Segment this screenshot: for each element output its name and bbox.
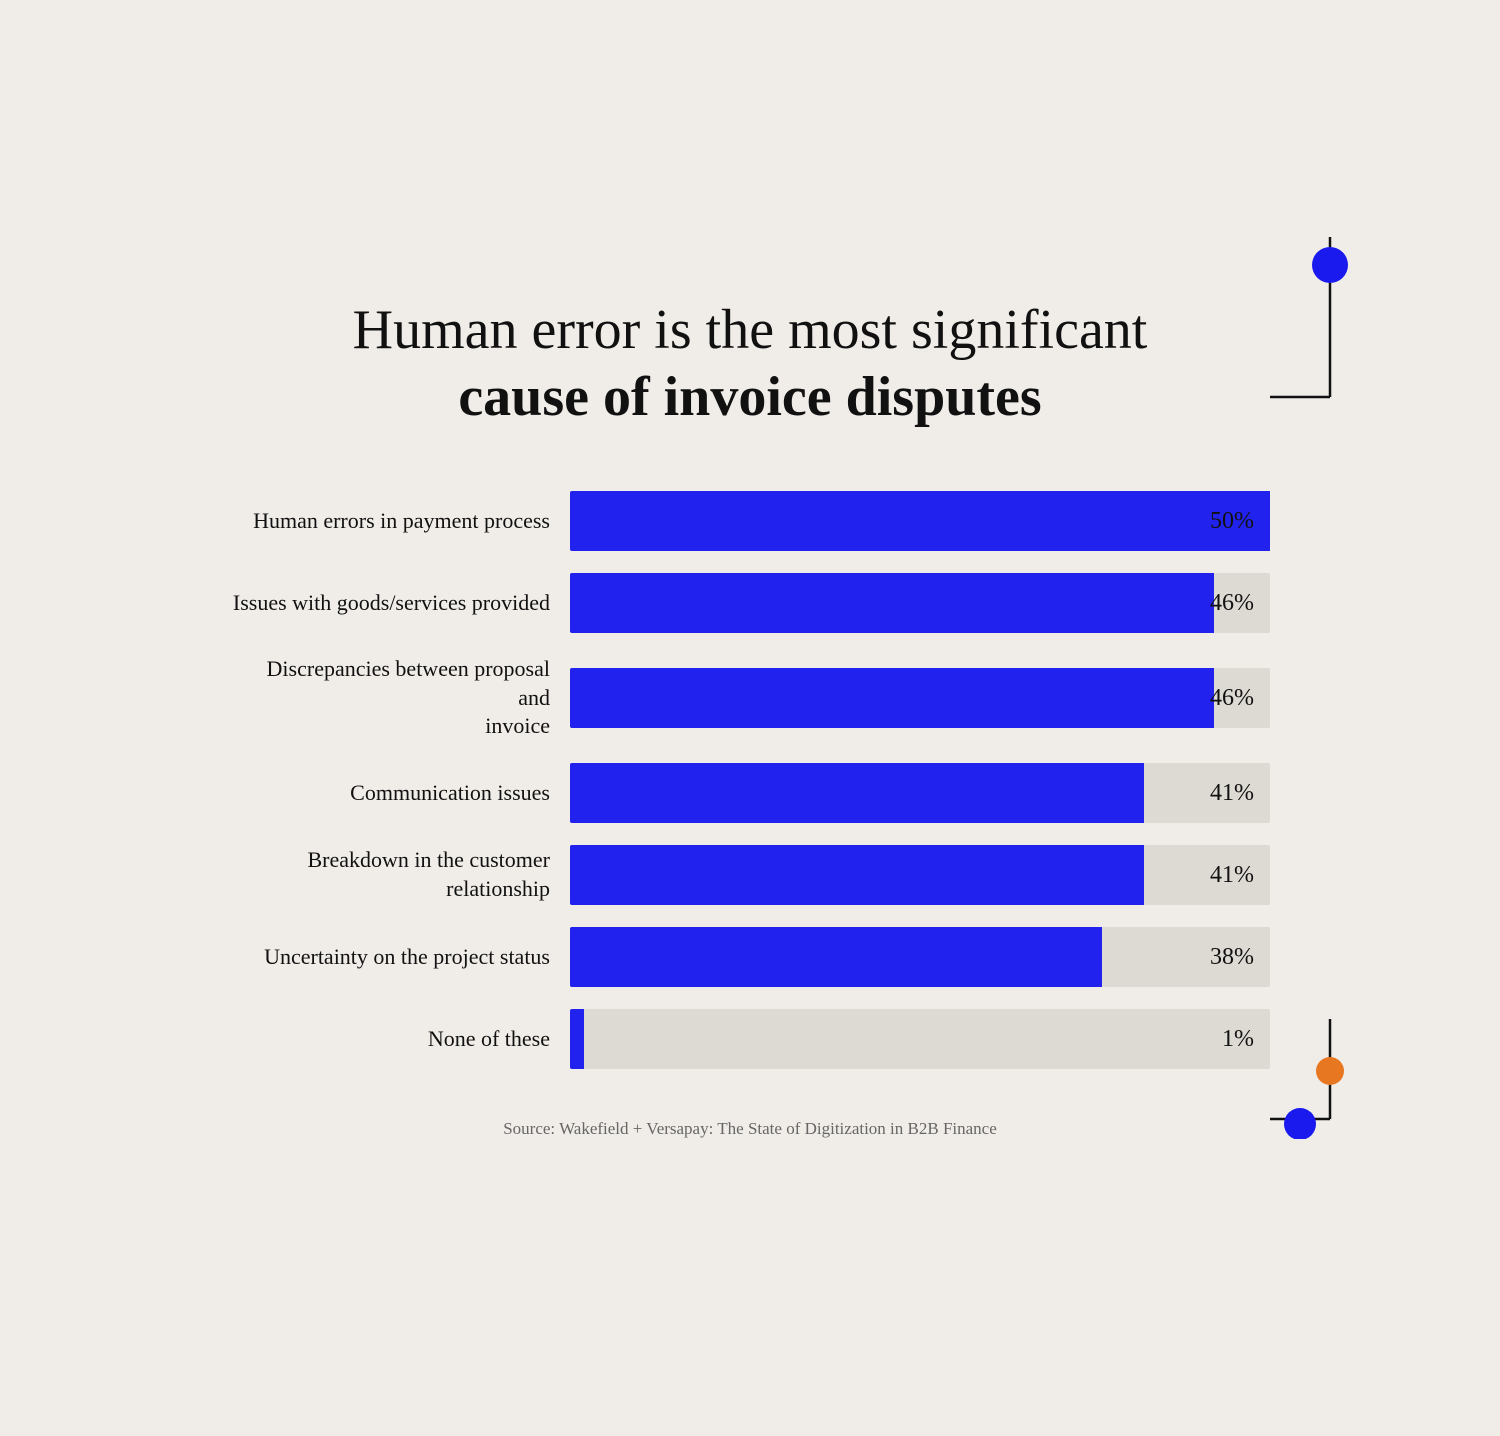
chart-row: Uncertainty on the project status 38% xyxy=(230,927,1270,987)
bar-label: Discrepancies between proposal andinvoic… xyxy=(230,655,550,741)
bar-percent-label: 50% xyxy=(1210,508,1254,535)
bar-fill xyxy=(570,491,1270,551)
bar-label: Human errors in payment process xyxy=(230,507,550,536)
bar-fill xyxy=(570,927,1102,987)
bar-fill xyxy=(570,763,1144,823)
bar-percent-label: 1% xyxy=(1222,1026,1254,1053)
bar-fill xyxy=(570,668,1214,728)
bar-label: Issues with goods/services provided xyxy=(230,589,550,618)
chart-title: Human error is the most significant caus… xyxy=(230,297,1270,431)
chart-row: Discrepancies between proposal andinvoic… xyxy=(230,655,1270,741)
source-attribution: Source: Wakefield + Versapay: The State … xyxy=(230,1119,1270,1139)
bar-percent-label: 41% xyxy=(1210,780,1254,807)
bar-label: Uncertainty on the project status xyxy=(230,943,550,972)
infographic-card: Human error is the most significant caus… xyxy=(150,237,1350,1199)
chart-row: Human errors in payment process 50% xyxy=(230,491,1270,551)
bar-track: 1% xyxy=(570,1009,1270,1069)
bar-chart: Human errors in payment process 50% Issues… xyxy=(230,491,1270,1069)
bar-label: Breakdown in the customer relationship xyxy=(230,846,550,903)
bar-track: 46% xyxy=(570,573,1270,633)
chart-row: Communication issues 41% xyxy=(230,763,1270,823)
bar-fill xyxy=(570,573,1214,633)
bar-label: None of these xyxy=(230,1025,550,1054)
bar-track: 38% xyxy=(570,927,1270,987)
bar-percent-label: 46% xyxy=(1210,685,1254,712)
chart-row: None of these 1% xyxy=(230,1009,1270,1069)
chart-row: Issues with goods/services provided 46% xyxy=(230,573,1270,633)
bar-track: 41% xyxy=(570,845,1270,905)
bar-fill xyxy=(570,845,1144,905)
bar-label: Communication issues xyxy=(230,779,550,808)
bar-percent-label: 38% xyxy=(1210,944,1254,971)
bar-track: 46% xyxy=(570,668,1270,728)
bar-percent-label: 46% xyxy=(1210,590,1254,617)
corner-top-right-decoration xyxy=(1270,237,1350,417)
bar-track: 41% xyxy=(570,763,1270,823)
corner-bottom-right-decoration xyxy=(1270,1019,1350,1139)
bar-percent-label: 41% xyxy=(1210,862,1254,889)
chart-row: Breakdown in the customer relationship 41… xyxy=(230,845,1270,905)
bar-fill xyxy=(570,1009,584,1069)
bar-track: 50% xyxy=(570,491,1270,551)
